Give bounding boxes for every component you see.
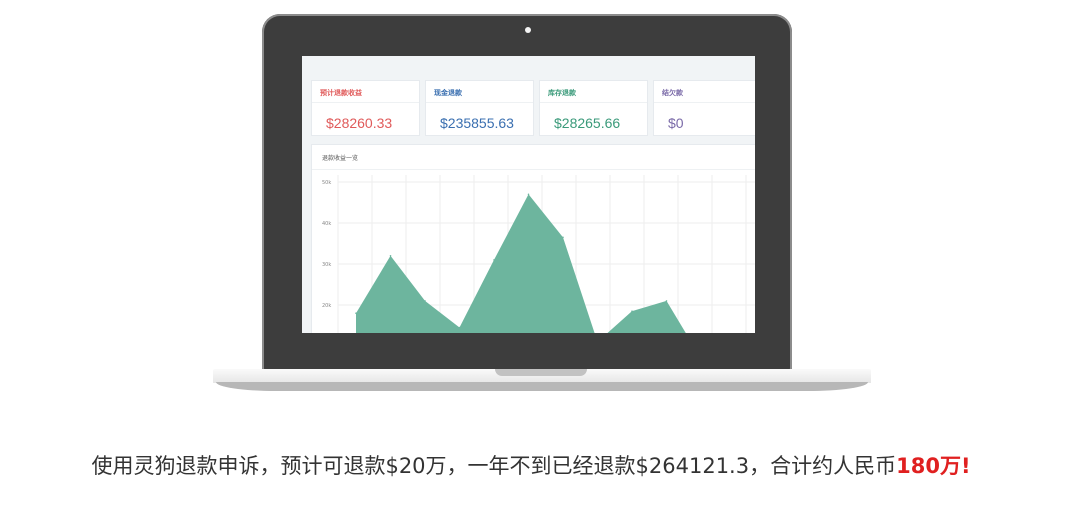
y-tick-label: 30k: [322, 262, 331, 268]
card-value: $28265.66: [554, 115, 621, 131]
data-point: [424, 300, 426, 302]
card-balance-owed[interactable]: 结欠款 $0: [654, 81, 755, 135]
laptop-notch: [495, 369, 587, 376]
card-title: 预计退款收益: [320, 89, 362, 97]
divider: [426, 102, 533, 103]
divider: [540, 102, 647, 103]
caption-text: 使用灵狗退款申诉，预计可退款$20万，一年不到已经退款$264121.3，合计约…: [91, 454, 897, 478]
caption-highlight: 180万!: [896, 454, 971, 478]
card-title: 库存退款: [548, 89, 576, 97]
card-value: $0: [668, 115, 684, 131]
divider: [312, 102, 419, 103]
card-inventory-refund[interactable]: 库存退款 $28265.66: [540, 81, 647, 135]
card-title: 结欠款: [662, 89, 683, 97]
data-point: [389, 255, 392, 257]
card-cash-refund[interactable]: 现金退款 $235855.63: [426, 81, 533, 135]
card-expected-refund[interactable]: 预计退款收益 $28260.33: [312, 81, 419, 135]
data-point: [562, 236, 564, 239]
data-point: [527, 193, 530, 196]
card-value: $235855.63: [440, 115, 514, 131]
caption: 使用灵狗退款申诉，预计可退款$20万，一年不到已经退款$264121.3，合计约…: [0, 450, 1062, 480]
laptop-base: [213, 369, 871, 383]
card-value: $28260.33: [326, 115, 393, 131]
laptop-base-bottom: [216, 382, 868, 391]
refund-chart-panel: 退款收益一览 10k20k30k40k50k: [312, 145, 755, 333]
y-tick-label: 50k: [322, 180, 331, 186]
y-tick-label: 20k: [322, 303, 331, 309]
y-tick-label: 40k: [322, 221, 331, 227]
laptop-lid: 预计退款收益 $28260.33 现金退款 $235855.63 库存退款 $2…: [262, 14, 792, 372]
data-point: [665, 300, 668, 302]
divider: [654, 102, 755, 103]
refund-area-chart: 10k20k30k40k50k: [322, 175, 755, 333]
data-point: [631, 310, 633, 312]
camera-icon: [525, 27, 531, 33]
laptop-screen: 预计退款收益 $28260.33 现金退款 $235855.63 库存退款 $2…: [302, 56, 755, 333]
data-point: [458, 326, 461, 329]
data-point: [493, 259, 495, 261]
data-point: [355, 312, 357, 314]
card-title: 现金退款: [434, 89, 462, 97]
